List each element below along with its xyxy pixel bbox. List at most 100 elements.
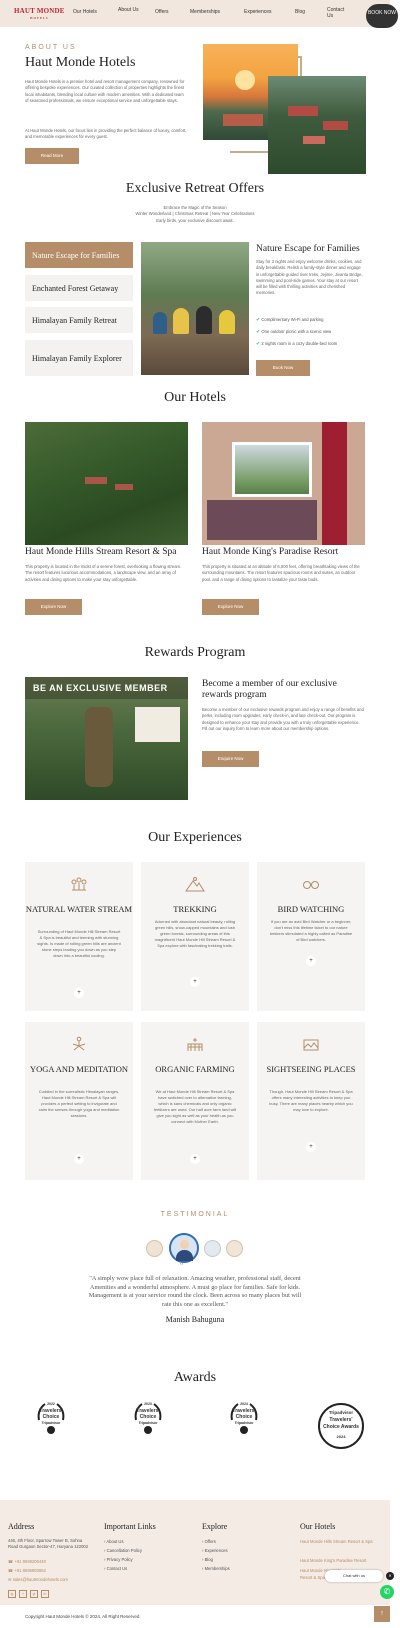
linkedin-icon[interactable]: in bbox=[41, 1590, 49, 1598]
rewards-text: Become a member of our exclusive rewards… bbox=[202, 707, 364, 731]
expand-plus-button[interactable]: + bbox=[74, 1154, 84, 1164]
logo-sub: HOTELS bbox=[30, 16, 49, 20]
expand-plus-button[interactable]: + bbox=[190, 1154, 200, 1164]
footer-hotel-1[interactable]: Haut Monde Hills Stream Resort & Spa bbox=[300, 1538, 382, 1545]
badge-year: 2022 bbox=[47, 1402, 55, 1406]
footer-phone-2[interactable]: ☎ +91 8595893652 bbox=[8, 1567, 46, 1576]
footer-link-about[interactable]: › About Us bbox=[104, 1538, 124, 1547]
footer-link-cancellation[interactable]: › Cancellation Policy bbox=[104, 1547, 142, 1556]
book-now-button[interactable]: BOOK NOW bbox=[366, 4, 398, 28]
about-eyebrow: ABOUT US bbox=[25, 44, 77, 51]
email-text: sales@hautmondehotels.com bbox=[12, 1577, 68, 1582]
footer-explore-offers[interactable]: › Offers bbox=[202, 1538, 216, 1547]
footer-links-title: Important Links bbox=[104, 1522, 156, 1531]
nav-our-hotels[interactable]: Our Hotels bbox=[73, 9, 97, 15]
footer-explore-experiences[interactable]: › Experiences bbox=[202, 1547, 228, 1556]
expand-plus-button[interactable]: + bbox=[190, 977, 200, 987]
hotel-2-explore-button[interactable]: Explore Now bbox=[202, 599, 259, 615]
award-badge-2024: 2024 Travelers' Choice Tripadvisor bbox=[226, 1400, 262, 1436]
experience-desc: Surrounding of Haut Monde Hill Stream Re… bbox=[37, 929, 121, 958]
nav-about-us[interactable]: About Us bbox=[118, 7, 140, 13]
offer-tab-enchanted-forest[interactable]: Enchanted Forest Getaway bbox=[25, 275, 133, 301]
aerial-resort-image bbox=[268, 76, 366, 174]
badge-line3: Choice Awards bbox=[323, 1424, 359, 1430]
read-more-button[interactable]: Read More bbox=[25, 148, 79, 164]
enquire-now-button[interactable]: Enquire Now bbox=[202, 751, 259, 767]
instagram-icon[interactable]: ig bbox=[8, 1590, 16, 1598]
hotel-2-desc: This property is situated at an altitude… bbox=[202, 564, 360, 582]
nav-experiences[interactable]: Experiences bbox=[244, 9, 272, 15]
offers-subtitle-2: Winter Wonderland | Christmas Retreat | … bbox=[135, 211, 255, 216]
badge-line3: Choice bbox=[42, 1414, 60, 1420]
quote-mark-icon: “ bbox=[180, 1261, 184, 1270]
hills-stream-resort-image bbox=[25, 422, 188, 545]
link-text: Experiences bbox=[204, 1548, 228, 1553]
footer-phone-1[interactable]: ☎ +91 9599200440 bbox=[8, 1558, 46, 1567]
experience-desc: Cuddled in the surrealistic Himalayan ra… bbox=[38, 1089, 120, 1118]
offer-tab-nature-escape[interactable]: Nature Escape for Families bbox=[25, 242, 133, 268]
trekking-icon bbox=[185, 877, 205, 892]
badge-year: 2024 bbox=[336, 1434, 346, 1439]
close-icon[interactable]: ✕ bbox=[386, 1572, 394, 1580]
award-badge-choice-2024: Tripadvisor Travelers' Choice Awards 202… bbox=[318, 1403, 364, 1449]
book-now-offer-button[interactable]: Book Now bbox=[256, 360, 310, 376]
feature-text: 2 nights room in a cozy double-bed room bbox=[261, 341, 338, 346]
hotel-1-explore-button[interactable]: Explore Now bbox=[25, 599, 82, 615]
footer-address: 446, 4th Floor, Sparrow Tower B, Sohna R… bbox=[8, 1538, 89, 1549]
nav-blog[interactable]: Blog bbox=[295, 9, 305, 15]
nav-contact-us[interactable]: Contact Us bbox=[327, 7, 351, 19]
expand-plus-button[interactable]: + bbox=[306, 956, 316, 966]
top-nav: HAUT MONDE HOTELS Our Hotels About Us Off… bbox=[0, 0, 398, 28]
experience-card-sightseeing[interactable]: SIGHTSEEING PLACES Though, Haut Monde Hi… bbox=[257, 1022, 365, 1180]
offer-tab-himalayan-explorer[interactable]: Himalayan Family Explorer bbox=[25, 340, 133, 376]
testimonial-quote: "A simply wow place full of relaxation. … bbox=[88, 1275, 302, 1308]
experience-card-bird-watching[interactable]: BIRD WATCHING If you are an avid Bird Wa… bbox=[257, 862, 365, 1011]
offer-feature-1: ✔ Complimentary Wi-Fi and parking bbox=[256, 317, 324, 323]
link-text: Cancellation Policy bbox=[106, 1548, 142, 1553]
link-text: Privacy Policy bbox=[106, 1557, 133, 1562]
avatar[interactable] bbox=[204, 1240, 221, 1257]
experience-card-trekking[interactable]: TREKKING Adorned with abundant natural b… bbox=[141, 862, 249, 1011]
experiences-title: Our Experiences bbox=[148, 830, 242, 845]
facebook-icon[interactable]: f bbox=[19, 1590, 27, 1598]
hotels-title: Our Hotels bbox=[164, 390, 226, 405]
badge-brand: Tripadvisor bbox=[138, 1421, 158, 1425]
avatar[interactable] bbox=[226, 1240, 243, 1257]
experience-card-yoga[interactable]: YOGA AND MEDITATION Cuddled in the surre… bbox=[25, 1022, 133, 1180]
experience-title: ORGANIC FARMING bbox=[155, 1064, 235, 1074]
badge-brand: Tripadvisor bbox=[41, 1421, 61, 1425]
avatar[interactable] bbox=[146, 1240, 163, 1257]
hotel-1-name: Haut Monde Hills Stream Resort & Spa bbox=[25, 547, 177, 557]
expand-plus-button[interactable]: + bbox=[74, 988, 84, 998]
experience-title: NATURAL WATER STREAM bbox=[25, 904, 133, 914]
footer-hotel-2[interactable]: Haut Monde King's Paradise Resort bbox=[300, 1557, 382, 1564]
about-paragraph-1: Haut Monde Hotels is a premier hotel and… bbox=[25, 79, 185, 103]
youtube-icon[interactable]: yt bbox=[30, 1590, 38, 1598]
footer-email[interactable]: ✉ sales@hautmondehotels.com bbox=[8, 1576, 68, 1585]
kings-paradise-room-image bbox=[202, 422, 365, 545]
nav-offers[interactable]: Offers bbox=[155, 9, 169, 15]
footer-link-privacy[interactable]: › Privacy Policy bbox=[104, 1556, 133, 1565]
experience-card-water-stream[interactable]: NATURAL WATER STREAM Surrounding of Haut… bbox=[25, 862, 133, 1011]
nav-memberships[interactable]: Memberships bbox=[190, 9, 220, 15]
offer-tab-himalayan-retreat[interactable]: Himalayan Family Retreat bbox=[25, 307, 133, 333]
footer-explore-blog[interactable]: › Blog bbox=[202, 1556, 213, 1565]
footer-explore-memberships[interactable]: › Memberships bbox=[202, 1565, 230, 1574]
footer-link-contact[interactable]: › Contact Us bbox=[104, 1565, 127, 1574]
hotel-2-name: Haut Monde King's Paradise Resort bbox=[202, 547, 339, 557]
feature-text: Complimentary Wi-Fi and parking bbox=[261, 317, 324, 322]
experience-title: BIRD WATCHING bbox=[277, 904, 345, 914]
avatar-active[interactable] bbox=[169, 1233, 199, 1263]
link-text: Contact Us bbox=[106, 1566, 128, 1571]
badge-year: 2024 bbox=[240, 1402, 248, 1406]
whatsapp-icon[interactable]: ✆ bbox=[380, 1585, 394, 1599]
scroll-to-top-icon[interactable]: ↑ bbox=[374, 1606, 390, 1622]
farming-icon bbox=[187, 1038, 203, 1051]
expand-plus-button[interactable]: + bbox=[306, 1142, 316, 1152]
binoculars-icon bbox=[303, 881, 319, 889]
experience-card-organic-farming[interactable]: ORGANIC FARMING We at Haut Monde Hill St… bbox=[141, 1022, 249, 1180]
chat-with-us-label[interactable]: Chat with us bbox=[325, 1570, 383, 1582]
badge-brand: Tripadvisor bbox=[234, 1421, 254, 1425]
logo[interactable]: HAUT MONDE HOTELS bbox=[14, 8, 65, 22]
badge-brand: Tripadvisor bbox=[328, 1410, 354, 1415]
